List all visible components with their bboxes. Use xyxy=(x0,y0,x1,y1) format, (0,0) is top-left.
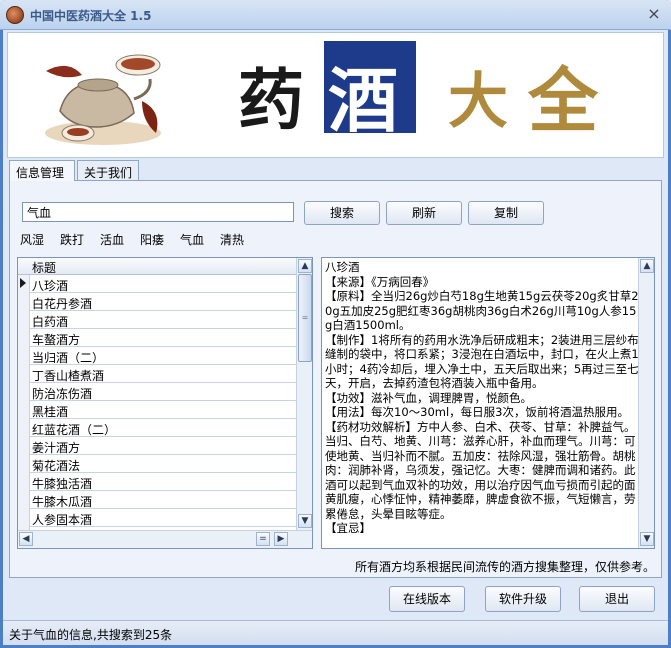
close-icon[interactable]: × xyxy=(645,5,663,23)
list-header[interactable]: 标题 xyxy=(18,258,296,275)
list-item[interactable]: 白花丹参酒 xyxy=(30,293,296,311)
banner-glyph-jiu: 酒 xyxy=(328,59,398,142)
banner-glyph-yao: 药 xyxy=(238,61,304,139)
list-vertical-scrollbar[interactable]: ▲ = ▼ xyxy=(296,258,312,530)
list-rows: 八珍酒 白花丹参酒 白药酒 车螯酒方 当归酒（二） 丁香山楂煮酒 防治冻伤酒 黑… xyxy=(30,275,296,530)
refresh-button[interactable]: 刷新 xyxy=(386,201,462,225)
tab-about-us[interactable]: 关于我们 xyxy=(77,160,139,180)
scroll-left-icon[interactable]: ◀ xyxy=(19,532,33,546)
list-item[interactable]: 黑桂酒 xyxy=(30,401,296,419)
list-item[interactable]: 白药酒 xyxy=(30,311,296,329)
list-item[interactable]: 牛膝独活酒 xyxy=(30,473,296,491)
category-qingre[interactable]: 清热 xyxy=(220,231,244,248)
category-dieda[interactable]: 跌打 xyxy=(60,231,84,248)
category-huoxue[interactable]: 活血 xyxy=(100,231,124,248)
app-icon xyxy=(6,6,24,24)
recipe-detail-text: 八珍酒 【来源】《万病回春》 【原料】全当归26g炒白芍18g生地黄15g云茯苓… xyxy=(325,260,639,535)
client-area: 药 酒 大 全 信息管理 关于我们 搜索 刷新 复制 风湿 跌打 活血 阳痿 气… xyxy=(3,30,668,645)
category-qixue[interactable]: 气血 xyxy=(180,231,204,248)
scroll-down-icon[interactable]: ▼ xyxy=(298,514,312,528)
list-item[interactable]: 丁香山楂煮酒 xyxy=(30,365,296,383)
search-button[interactable]: 搜索 xyxy=(304,201,380,225)
list-item[interactable]: 车螯酒方 xyxy=(30,329,296,347)
window-title: 中国中医药酒大全 1.5 xyxy=(30,9,152,23)
category-fengshi[interactable]: 风湿 xyxy=(20,231,44,248)
upgrade-button[interactable]: 软件升级 xyxy=(485,586,561,612)
list-item[interactable]: 姜汁酒方 xyxy=(30,437,296,455)
detail-vertical-scrollbar[interactable]: ▲ ▼ xyxy=(638,258,654,548)
list-item[interactable]: 牛膝木瓜酒 xyxy=(30,491,296,509)
info-panel: 搜索 刷新 复制 风湿 跌打 活血 阳痿 气血 清热 标题 八珍酒 白花丹参酒 xyxy=(9,180,662,578)
copy-button[interactable]: 复制 xyxy=(468,201,544,225)
status-text: 关于气血的信息,共搜索到25条 xyxy=(9,628,173,642)
row-selector-column xyxy=(18,275,30,530)
list-item[interactable]: 菊花酒法 xyxy=(30,455,296,473)
list-item[interactable]: 人参固本酒 xyxy=(30,509,296,527)
title-bar[interactable]: 中国中医药酒大全 1.5 × xyxy=(0,0,671,30)
scroll-up-icon[interactable]: ▲ xyxy=(298,259,312,273)
category-yangwei[interactable]: 阳痿 xyxy=(140,231,164,248)
tab-info-management[interactable]: 信息管理 xyxy=(9,160,75,181)
recipe-detail[interactable]: 八珍酒 【来源】《万病回春》 【原料】全当归26g炒白芍18g生地黄15g云茯苓… xyxy=(321,257,655,549)
list-item[interactable]: 红蓝花酒（二） xyxy=(30,419,296,437)
app-window: 中国中医药酒大全 1.5 × 药 酒 大 全 信息管理 关于我们 气血 搜索 刷… xyxy=(0,0,671,648)
status-bar: 关于气血的信息,共搜索到25条 xyxy=(3,620,668,645)
list-header-title: 标题 xyxy=(32,261,57,275)
banner-glyph-quan: 全 xyxy=(528,59,598,142)
recipe-list[interactable]: 标题 八珍酒 白花丹参酒 白药酒 车螯酒方 当归酒（二） 丁香山楂煮酒 防治冻伤… xyxy=(17,257,313,549)
detail-scroll-down-icon[interactable]: ▼ xyxy=(640,532,654,546)
list-item[interactable]: 防治冻伤酒 xyxy=(30,383,296,401)
search-input[interactable] xyxy=(22,202,294,222)
disclaimer-text: 所有酒方均系根据民间流传的酒方搜集整理，仅供参考。 xyxy=(354,560,655,574)
current-row-indicator-icon xyxy=(20,278,26,288)
list-scroll-thumb[interactable]: = xyxy=(298,274,312,362)
scroll-grip-icon[interactable]: = xyxy=(256,532,270,546)
banner-glyph-da: 大 xyxy=(448,67,508,137)
online-version-button[interactable]: 在线版本 xyxy=(389,586,465,612)
list-item[interactable]: 当归酒（二） xyxy=(30,347,296,365)
scroll-right-icon[interactable]: ▶ xyxy=(274,532,288,546)
list-item[interactable]: 八珍酒 xyxy=(30,275,296,293)
banner: 药 酒 大 全 xyxy=(7,32,664,158)
exit-button[interactable]: 退出 xyxy=(579,586,655,612)
list-horizontal-scrollbar[interactable]: ◀ = ▶ xyxy=(18,530,312,548)
detail-scroll-up-icon[interactable]: ▲ xyxy=(640,259,654,273)
teapot-illustration xyxy=(45,54,161,145)
